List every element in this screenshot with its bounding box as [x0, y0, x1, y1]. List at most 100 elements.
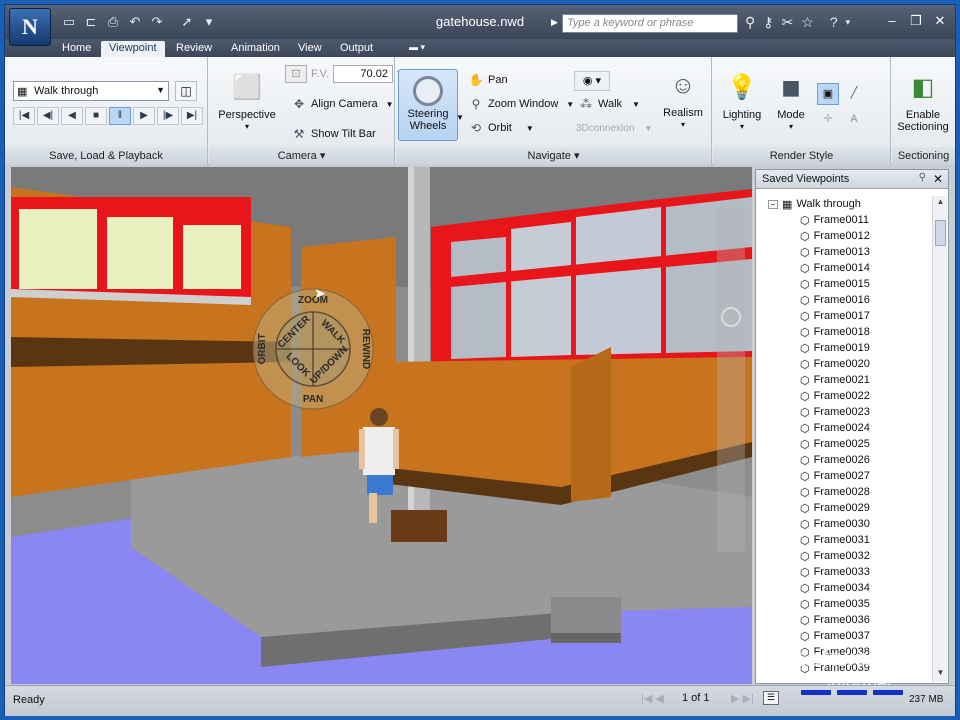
viewpoint-item[interactable]: ⬡ Frame0028	[756, 484, 932, 500]
play-icon[interactable]: ▶	[133, 107, 155, 125]
last-frame-icon[interactable]: ▶|	[181, 107, 203, 125]
viewpoint-item[interactable]: ⬡ Frame0018	[756, 324, 932, 340]
lighting-button[interactable]: 💡 Lighting ▾	[717, 71, 767, 133]
fov-lock-icon[interactable]: ⊡	[285, 65, 307, 83]
restore-icon[interactable]: ❐	[909, 13, 923, 29]
tree-root[interactable]: − ▦ Walk through	[756, 196, 932, 212]
mode-button[interactable]: ◼ Mode ▾	[769, 71, 813, 133]
viewpoint-item[interactable]: ⬡ Frame0031	[756, 532, 932, 548]
viewpoint-item[interactable]: ⬡ Frame0026	[756, 452, 932, 468]
viewpoint-item[interactable]: ⬡ Frame0034	[756, 580, 932, 596]
steering-wheel[interactable]: ZOOM PAN ORBIT REWIND CENTER WALK LOOK U…	[251, 287, 377, 411]
app-window: ▭ ⊏ ⎙ ↶ ↷ ➚ ▾ gatehouse.nwd ▶ Type a key…	[4, 4, 956, 716]
panel-label-save-load[interactable]: Save, Load & Playback	[5, 147, 207, 165]
lines-icon[interactable]: ╱	[843, 83, 865, 105]
viewpoint-item[interactable]: ⬡ Frame0014	[756, 260, 932, 276]
tree-scrollbar[interactable]: ▲ ▼	[932, 196, 947, 682]
tab-output[interactable]: Output	[332, 41, 381, 57]
align-camera-button[interactable]: ✥ Align Camera ▼	[291, 97, 394, 111]
camera-save-icon[interactable]: ◫	[175, 81, 197, 101]
viewpoint-item[interactable]: ⬡ Frame0021	[756, 372, 932, 388]
chevron-down-icon[interactable]: ▼	[456, 113, 464, 122]
viewpoint-label: Frame0021	[813, 374, 870, 386]
tools-icon[interactable]: ✂	[782, 14, 794, 30]
viewpoint-item[interactable]: ⬡ Frame0029	[756, 500, 932, 516]
viewpoint-item[interactable]: ⬡ Frame0030	[756, 516, 932, 532]
viewpoint-item[interactable]: ⬡ Frame0011	[756, 212, 932, 228]
scroll-down-icon[interactable]: ▼	[934, 668, 947, 681]
binoculars-icon[interactable]: ⚲	[745, 14, 755, 30]
nav-wheel-icon[interactable]	[721, 307, 741, 327]
tab-viewpoint[interactable]: Viewpoint	[101, 41, 165, 57]
tab-animation[interactable]: Animation	[223, 41, 288, 57]
viewpoint-item[interactable]: ⬡ Frame0024	[756, 420, 932, 436]
close-icon[interactable]: ✕	[933, 172, 943, 186]
scroll-up-icon[interactable]: ▲	[934, 197, 947, 210]
expand-arrow-icon[interactable]: ▶	[551, 17, 558, 28]
minimize-icon[interactable]: –	[885, 13, 899, 29]
tab-view[interactable]: View	[290, 41, 330, 57]
text-icon[interactable]: A	[843, 109, 865, 131]
zoom-window-button[interactable]: ⚲ Zoom Window ▼	[468, 97, 575, 111]
section-plane-icon: ◧	[911, 74, 935, 101]
viewpoint-item[interactable]: ⬡ Frame0037	[756, 628, 932, 644]
viewpoint-item[interactable]: ⬡ Frame0032	[756, 548, 932, 564]
3d-viewport[interactable]: ZOOM PAN ORBIT REWIND CENTER WALK LOOK U…	[11, 167, 752, 684]
steering-wheels-button[interactable]: Steering Wheels	[398, 69, 458, 141]
viewpoint-item[interactable]: ⬡ Frame0013	[756, 244, 932, 260]
first-page-icon[interactable]: |◀ ◀	[641, 692, 664, 705]
key-icon[interactable]: ⚷	[763, 14, 773, 30]
viewpoint-item[interactable]: ⬡ Frame0016	[756, 292, 932, 308]
viewpoint-combo[interactable]: ▦ Walk through ▼	[13, 81, 169, 101]
viewpoint-item[interactable]: ⬡ Frame0025	[756, 436, 932, 452]
viewpoint-item[interactable]: ⬡ Frame0035	[756, 596, 932, 612]
viewpoint-item[interactable]: ⬡ Frame0027	[756, 468, 932, 484]
scroll-thumb[interactable]	[935, 220, 946, 246]
pan-button[interactable]: ✋ Pan	[468, 73, 508, 87]
collapse-icon[interactable]: −	[768, 199, 778, 209]
status-bar: Ready |◀ ◀ 1 of 1 ▶ ▶| ☰ 237 MB	[5, 685, 955, 716]
sheet-list-icon[interactable]: ☰	[763, 691, 779, 705]
next-page-icon[interactable]: ▶ ▶|	[731, 692, 754, 705]
app-menu-button[interactable]: N	[9, 8, 51, 46]
help-icon[interactable]: ?	[830, 14, 838, 30]
orbit-button[interactable]: ⟲ Orbit ▼	[468, 121, 534, 135]
panel-label-navigate[interactable]: Navigate ▾	[396, 147, 711, 165]
focus-dropdown[interactable]: ◉ ▾	[574, 71, 610, 91]
navigation-bar[interactable]	[717, 207, 745, 552]
realism-button[interactable]: ☺ Realism ▾	[660, 69, 706, 131]
search-input[interactable]: Type a keyword or phrase	[562, 14, 738, 33]
stop-icon[interactable]: ■	[85, 107, 107, 125]
step-forward-icon[interactable]: |▶	[157, 107, 179, 125]
viewpoint-item[interactable]: ⬡ Frame0022	[756, 388, 932, 404]
enable-sectioning-button[interactable]: ◧ Enable Sectioning	[894, 71, 952, 133]
show-tilt-bar-button[interactable]: ⚒ Show Tilt Bar	[291, 127, 376, 141]
tab-home[interactable]: Home	[54, 41, 99, 57]
viewpoint-item[interactable]: ⬡ Frame0012	[756, 228, 932, 244]
viewpoint-item[interactable]: ⬡ Frame0020	[756, 356, 932, 372]
tab-extra-dropdown[interactable]: ▬ ▾	[401, 41, 433, 57]
viewpoint-item[interactable]: ⬡ Frame0015	[756, 276, 932, 292]
tab-review[interactable]: Review	[168, 41, 220, 57]
walk-button[interactable]: ⁂ Walk ▼	[578, 97, 640, 111]
step-back-icon[interactable]: ◀|	[37, 107, 59, 125]
close-icon[interactable]: ✕	[933, 13, 947, 29]
points-icon[interactable]: ✛	[817, 109, 839, 131]
surfaces-icon[interactable]: ▣	[817, 83, 839, 105]
pause-icon[interactable]: ‖	[109, 107, 131, 125]
viewpoint-item[interactable]: ⬡ Frame0033	[756, 564, 932, 580]
first-frame-icon[interactable]: |◀	[13, 107, 35, 125]
star-icon[interactable]: ☆	[801, 14, 814, 30]
viewpoint-item[interactable]: ⬡ Frame0023	[756, 404, 932, 420]
fov-input[interactable]: 70.02	[332, 65, 393, 83]
perspective-button[interactable]: ⬜ Perspective ▾	[217, 71, 277, 133]
panel-label-camera[interactable]: Camera ▾	[209, 147, 394, 165]
viewpoint-item[interactable]: ⬡ Frame0017	[756, 308, 932, 324]
play-reverse-icon[interactable]: ◀	[61, 107, 83, 125]
viewpoint-label: Frame0025	[813, 438, 870, 450]
viewpoint-icon: ⬡	[800, 582, 810, 595]
viewpoint-item[interactable]: ⬡ Frame0019	[756, 340, 932, 356]
viewpoint-item[interactable]: ⬡ Frame0036	[756, 612, 932, 628]
pin-icon[interactable]: ⚲	[919, 172, 926, 183]
help-dropdown-icon[interactable]: ▾	[846, 14, 851, 30]
